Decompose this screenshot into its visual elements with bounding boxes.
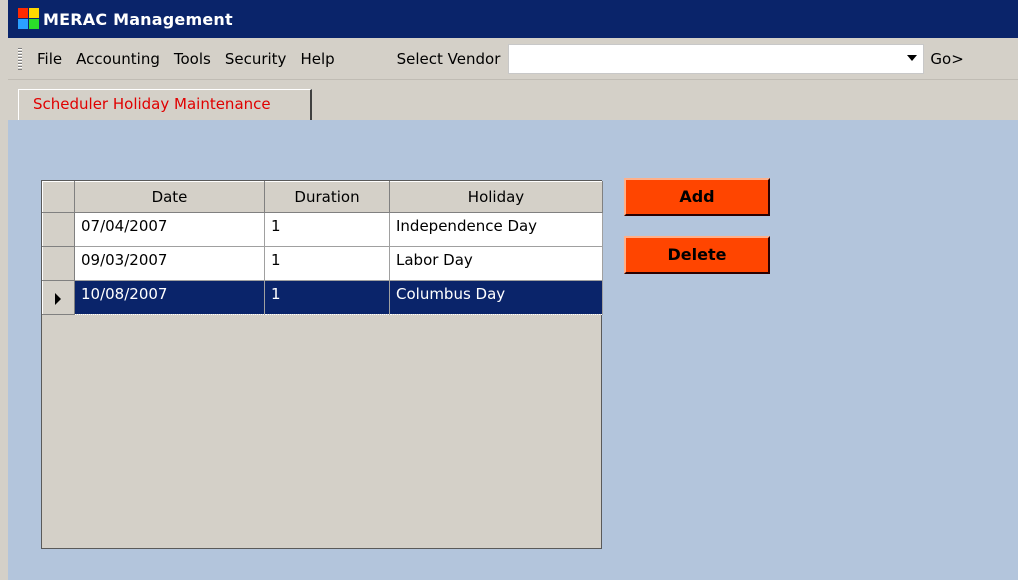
column-header-date[interactable]: Date — [74, 181, 265, 213]
cell-holiday[interactable]: Columbus Day — [389, 280, 603, 315]
table-row[interactable]: 07/04/2007 1 Independence Day — [42, 212, 603, 247]
delete-button[interactable]: Delete — [624, 236, 770, 274]
menu-security[interactable]: Security — [218, 50, 294, 68]
dropdown-arrow-icon[interactable] — [907, 54, 918, 61]
cell-duration[interactable]: 1 — [264, 212, 390, 247]
column-header-holiday[interactable]: Holiday — [389, 181, 603, 213]
cell-date[interactable]: 10/08/2007 — [74, 280, 265, 315]
table-row-selected[interactable]: 10/08/2007 1 Columbus Day — [42, 280, 603, 315]
vendor-dropdown[interactable] — [508, 43, 925, 74]
add-button[interactable]: Add — [624, 178, 770, 216]
current-row-arrow-icon — [55, 293, 61, 305]
menu-help[interactable]: Help — [293, 50, 341, 68]
cell-holiday[interactable]: Independence Day — [389, 212, 603, 247]
menu-accounting[interactable]: Accounting — [69, 50, 167, 68]
window-title: MERAC Management — [43, 9, 233, 29]
cell-duration[interactable]: 1 — [264, 246, 390, 281]
menu-bar: File Accounting Tools Security Help Sele… — [8, 38, 1018, 80]
toolbar-grip-icon[interactable] — [18, 47, 22, 70]
row-header[interactable] — [42, 280, 75, 315]
grid-corner-header[interactable] — [42, 181, 75, 213]
cell-duration[interactable]: 1 — [264, 280, 390, 315]
menu-file[interactable]: File — [30, 50, 69, 68]
grid-header-row: Date Duration Holiday — [42, 181, 603, 213]
cell-date[interactable]: 09/03/2007 — [74, 246, 265, 281]
column-header-duration[interactable]: Duration — [264, 181, 390, 213]
row-header[interactable] — [42, 212, 75, 247]
cell-holiday[interactable]: Labor Day — [389, 246, 603, 281]
menu-tools[interactable]: Tools — [167, 50, 218, 68]
app-window: MERAC Management File Accounting Tools S… — [0, 0, 1018, 580]
select-vendor-label: Select Vendor — [396, 49, 501, 68]
row-header[interactable] — [42, 246, 75, 281]
title-bar: MERAC Management — [8, 0, 1018, 38]
tab-scheduler-holiday-maintenance[interactable]: Scheduler Holiday Maintenance — [18, 89, 312, 120]
cell-date[interactable]: 07/04/2007 — [74, 212, 265, 247]
go-button[interactable]: Go> — [930, 50, 963, 68]
table-row[interactable]: 09/03/2007 1 Labor Day — [42, 246, 603, 281]
app-icon — [18, 8, 40, 30]
tab-strip: Scheduler Holiday Maintenance — [8, 80, 1018, 120]
holiday-grid[interactable]: Date Duration Holiday 07/04/2007 1 Indep… — [41, 180, 603, 549]
